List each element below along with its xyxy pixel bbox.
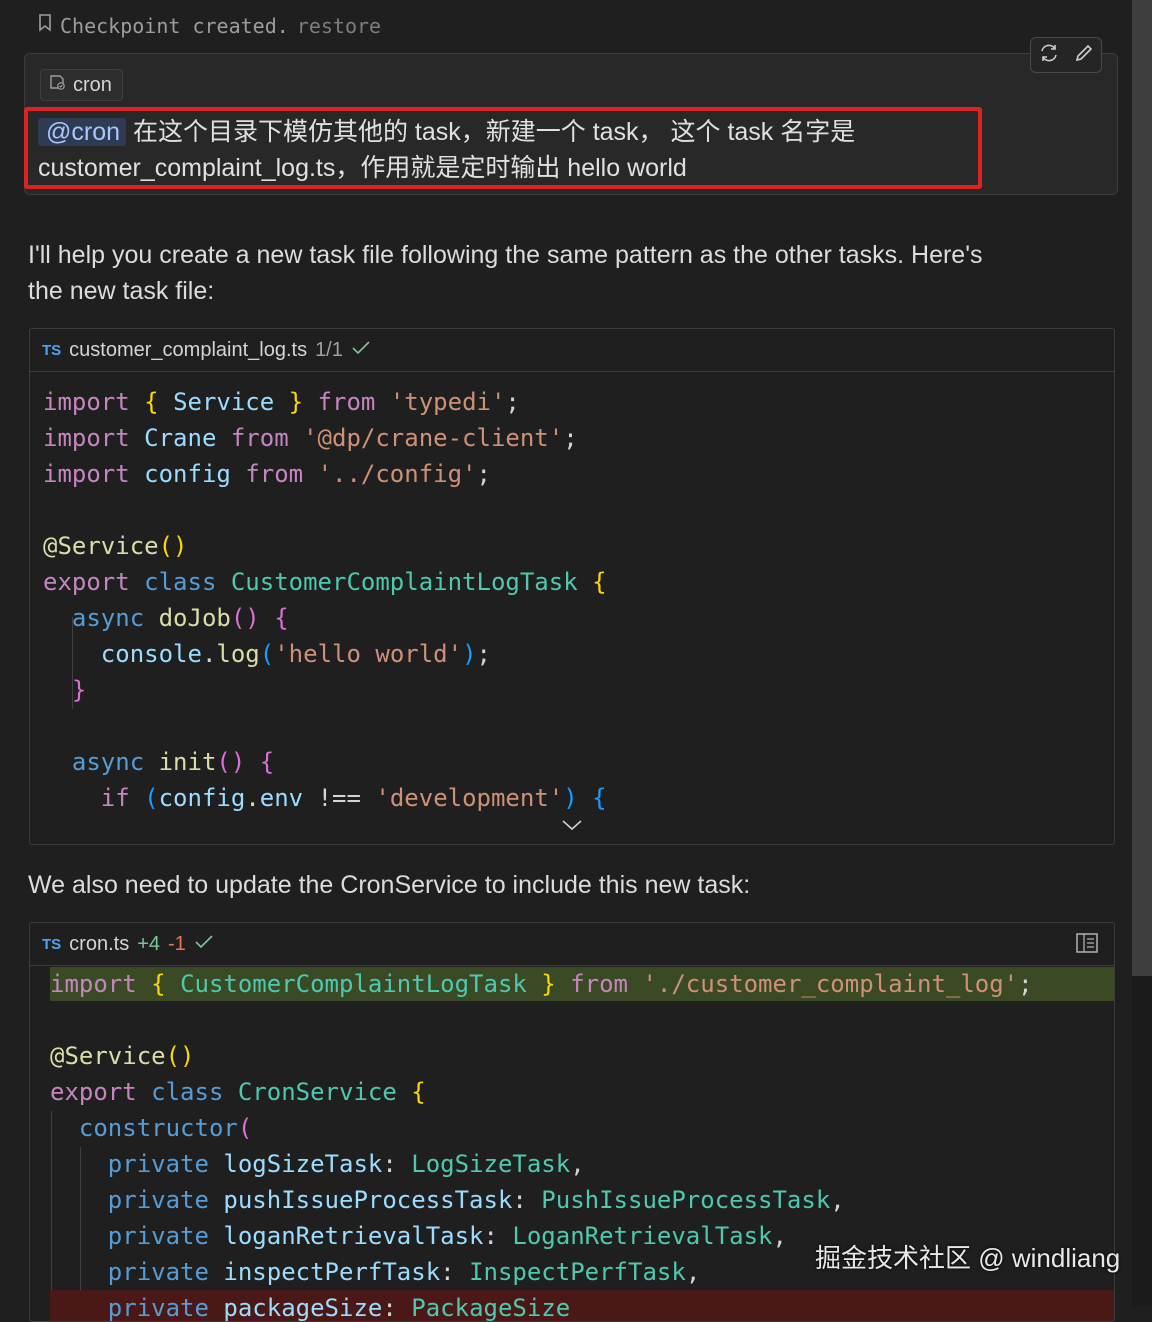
user-message-line-1: @cron 在这个目录下模仿其他的 task，新建一个 task， 这个 tas… [38,112,855,148]
pencil-icon[interactable] [1073,42,1095,69]
code-line: private logSizeTask: LogSizeTask, [107,1150,585,1178]
code-line: import config from '../config'; [43,460,491,488]
diff-removed-line: private packageSize: PackageSize [50,1290,1114,1321]
added-count: +4 [137,932,161,955]
code-line: private inspectPerfTask: InspectPerfTask… [107,1258,701,1286]
ts-badge: TS [42,341,62,359]
checkpoint-text: Checkpoint created. [60,14,289,38]
code-line: export class CronService { [50,1078,426,1106]
code-block-header: TS customer_complaint_log.ts 1/1 [30,329,1114,372]
assistant-followup: We also need to update the CronService t… [28,871,751,899]
user-message-line-2: customer_complaint_log.ts，作用就是定时输出 hello… [38,154,687,182]
code-line: @Service() [50,1042,195,1070]
code-block-new-task: TS customer_complaint_log.ts 1/1 import … [29,328,1115,845]
assistant-intro-line-2: the new task file: [28,277,215,305]
code-block-header: TS cron.ts +4 -1 [30,923,1114,966]
refresh-icon[interactable] [1038,42,1060,69]
code-line: } [71,676,87,704]
check-icon [351,339,371,362]
diff-added-line: import { CustomerComplaintLogTask } from… [50,967,1114,1001]
user-message-text-1: 在这个目录下模仿其他的 task，新建一个 task， 这个 task 名字是 [132,118,856,146]
message-actions [1030,37,1102,73]
code-filename[interactable]: cron.ts [69,933,129,956]
code-line: console.log('hello world'); [100,640,491,668]
checkpoint-bar: Checkpoint created. restore [38,12,381,40]
chevron-down-icon[interactable] [561,818,583,837]
code-line: export class CustomerComplaintLogTask { [43,568,607,596]
code-line: constructor( [78,1114,253,1142]
code-line: private pushIssueProcessTask: PushIssueP… [107,1186,845,1214]
panel-icon[interactable] [1076,933,1098,959]
ts-badge: TS [42,935,62,953]
watermark: 掘金技术社区 @ windliang [815,1243,1121,1273]
code-line: @Service() [43,532,188,560]
context-chip-label: cron [73,73,112,96]
file-icon [49,73,67,97]
mention-tag[interactable]: @cron [38,118,127,146]
removed-count: -1 [168,932,186,955]
code-line: if (config.env !== 'development') { [100,784,607,812]
code-line: import Crane from '@dp/crane-client'; [43,424,578,452]
code-status: 1/1 [315,338,343,361]
code-line: async doJob() { [71,604,289,632]
code-line: private loganRetrievalTask: LoganRetriev… [107,1222,787,1250]
scrollbar-thumb[interactable] [1132,0,1152,976]
code-line: async init() { [71,748,275,776]
code-line: import { Service } from 'typedi'; [43,388,520,416]
context-chip[interactable]: cron [40,69,123,101]
assistant-intro-line-1: I'll help you create a new task file fol… [28,241,983,269]
code-filename[interactable]: customer_complaint_log.ts [69,339,307,362]
restore-link[interactable]: restore [297,14,381,38]
bookmark-icon [38,14,52,38]
check-icon [194,933,214,956]
